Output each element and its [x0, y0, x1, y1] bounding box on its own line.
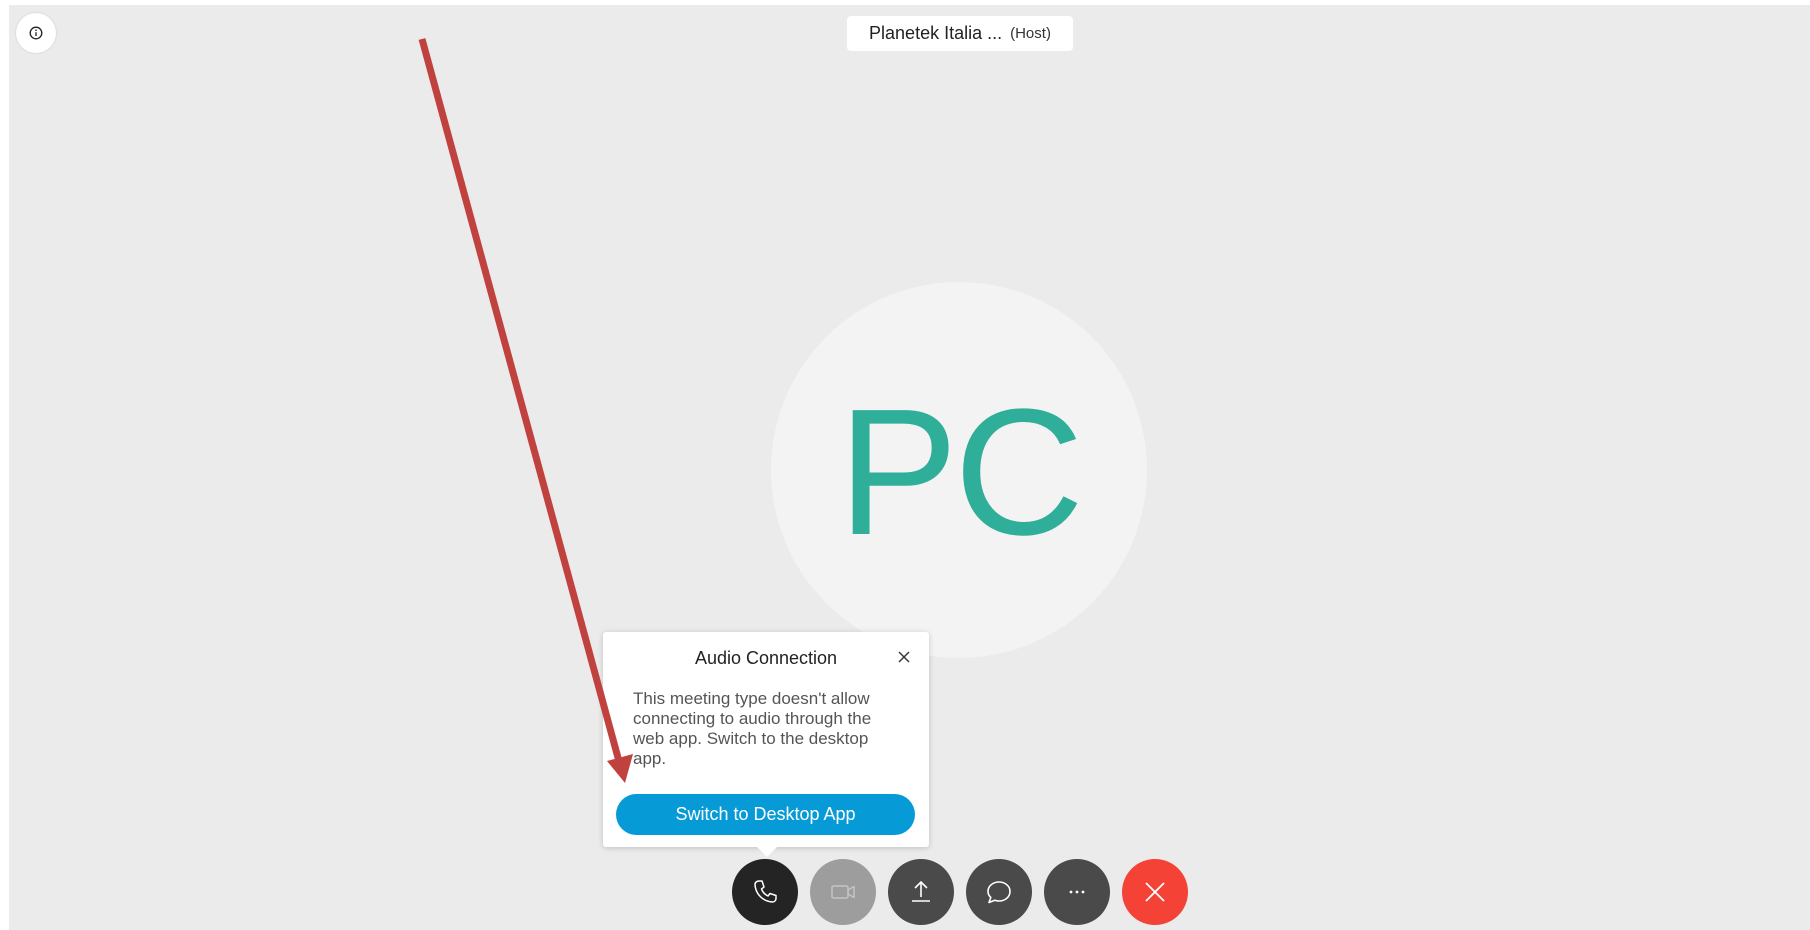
chat-bubble-icon: [987, 881, 1011, 904]
meeting-stage: Planetek Italia ... (Host) PC Audio Conn…: [9, 5, 1810, 930]
popup-title: Audio Connection: [694, 648, 838, 668]
video-button[interactable]: [810, 859, 876, 925]
audio-button[interactable]: [732, 859, 798, 925]
avatar-initials: PC: [837, 372, 1084, 573]
host-name: Planetek Italia ...: [869, 23, 1003, 43]
leave-meeting-button[interactable]: [1122, 859, 1188, 925]
close-icon: [898, 651, 910, 663]
popup-message: This meeting type doesn't allow connecti…: [633, 689, 872, 768]
share-button[interactable]: [888, 859, 954, 925]
audio-connection-popup: Audio Connection This meeting type doesn…: [603, 632, 929, 857]
phone-icon: [754, 880, 777, 903]
more-options-button[interactable]: [1044, 859, 1110, 925]
meeting-controls: [732, 859, 1188, 925]
participant-avatar: PC: [771, 282, 1147, 658]
switch-to-desktop-app-button[interactable]: Switch to Desktop App: [616, 794, 915, 835]
camera-icon: [831, 885, 855, 899]
popup-pointer: [756, 846, 778, 857]
upload-icon: [912, 880, 930, 902]
ellipsis-icon: [1069, 890, 1085, 894]
popup-close-button[interactable]: [893, 646, 915, 668]
close-icon: [1145, 882, 1165, 902]
host-role: (Host): [1010, 25, 1051, 42]
chat-button[interactable]: [966, 859, 1032, 925]
host-label: Planetek Italia ... (Host): [847, 16, 1073, 51]
meeting-info-button[interactable]: [16, 13, 56, 53]
info-icon: [29, 26, 43, 40]
